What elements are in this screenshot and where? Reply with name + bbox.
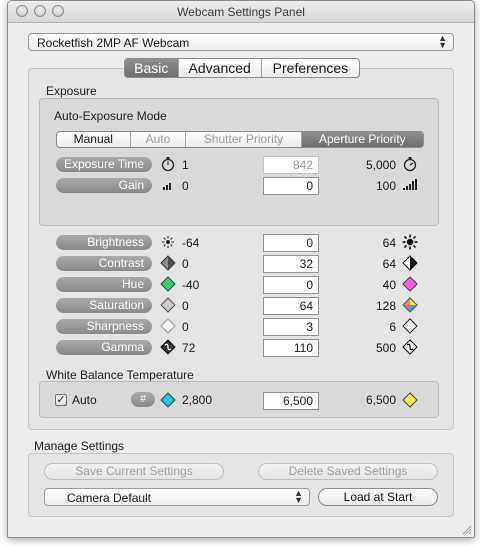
- updown-arrows-icon: ▲ ▼: [294, 488, 303, 505]
- brightness-label: Brightness: [56, 235, 152, 250]
- hue-min: -40: [182, 278, 200, 292]
- green-diamond-icon: [160, 276, 176, 292]
- contrast-field[interactable]: 32: [263, 255, 319, 273]
- gamma-max: 500: [375, 341, 396, 355]
- exposure-time-min: 1: [182, 158, 189, 172]
- magenta-diamond-icon: [402, 276, 418, 292]
- exposure-time-max: 5,000: [365, 158, 396, 172]
- brightness-field[interactable]: 0: [263, 234, 319, 252]
- stopwatch-icon: [161, 157, 175, 172]
- brightness-max: 64: [382, 236, 396, 250]
- saturation-field[interactable]: 64: [263, 297, 319, 315]
- yellow-diamond-icon: [402, 392, 418, 408]
- gray-diamond-icon: [160, 297, 176, 313]
- mode-shutter-priority[interactable]: Shutter Priority: [186, 132, 302, 147]
- tab-advanced[interactable]: Advanced: [179, 59, 262, 77]
- gain-max: 100: [375, 179, 396, 193]
- signal-high-icon: [403, 179, 417, 190]
- color-diamond-icon: [402, 297, 418, 313]
- auto-white-balance-checkbox[interactable]: ✓: [55, 394, 67, 406]
- settings-window: Webcam Settings Panel Rocketfish 2MP AF …: [7, 0, 475, 538]
- gain-field[interactable]: 0: [263, 177, 319, 195]
- gamma-label: Gamma: [56, 340, 152, 355]
- sun-large-icon: [402, 234, 418, 250]
- sharpness-min: 0: [182, 320, 189, 334]
- save-settings-button[interactable]: Save Current Settings: [44, 463, 224, 480]
- mode-auto[interactable]: Auto: [131, 132, 187, 147]
- checkmark-icon: ✓: [56, 394, 66, 406]
- window-title: Webcam Settings Panel: [177, 5, 305, 19]
- tab-preferences[interactable]: Preferences: [262, 59, 359, 77]
- exposure-section-label: Exposure: [46, 84, 97, 98]
- white-balance-max: 6,500: [365, 393, 396, 407]
- white-balance-field[interactable]: 6,500: [263, 392, 319, 410]
- cyan-diamond-icon: [160, 392, 176, 408]
- white-balance-min: 2,800: [182, 393, 213, 407]
- exposure-time-label: Exposure Time: [56, 157, 152, 172]
- gain-min: 0: [182, 179, 189, 193]
- saturation-label: Saturation: [56, 298, 152, 313]
- gamma-field[interactable]: 110: [263, 339, 319, 357]
- sharpness-max: 6: [389, 320, 396, 334]
- exposure-mode-segmented-control: Manual Auto Shutter Priority Aperture Pr…: [56, 131, 424, 148]
- sharp-diamond-icon: [402, 318, 418, 334]
- sharpness-label: Sharpness: [56, 319, 152, 334]
- hue-max: 40: [382, 278, 396, 292]
- gamma-min: 72: [182, 341, 196, 355]
- camera-select-value: Rocketfish 2MP AF Webcam: [37, 36, 190, 50]
- contrast-min: 0: [182, 257, 189, 271]
- gamma-low-icon: [160, 339, 176, 355]
- contrast-low-icon: [160, 255, 176, 271]
- soft-diamond-icon: [160, 318, 176, 334]
- mode-aperture-priority[interactable]: Aperture Priority: [301, 132, 423, 147]
- auto-exposure-mode-label: Auto-Exposure Mode: [54, 109, 167, 123]
- manage-settings-label: Manage Settings: [34, 439, 125, 453]
- mode-manual[interactable]: Manual: [57, 132, 131, 147]
- stopwatch-icon: [403, 157, 417, 172]
- sharpness-field[interactable]: 3: [263, 318, 319, 336]
- saturation-min: 0: [182, 299, 189, 313]
- signal-low-icon: [163, 183, 171, 190]
- exposure-time-field[interactable]: 842: [263, 156, 319, 174]
- brightness-min: -64: [182, 236, 200, 250]
- resize-grip-icon[interactable]: [462, 525, 472, 535]
- tab-basic[interactable]: Basic: [125, 59, 179, 77]
- hue-field[interactable]: 0: [263, 276, 319, 294]
- updown-arrows-icon: ▲ ▼: [438, 33, 447, 50]
- white-balance-section-label: White Balance Temperature: [46, 368, 194, 382]
- contrast-high-icon: [402, 255, 418, 271]
- white-balance-hash-button[interactable]: #: [131, 392, 155, 407]
- load-at-start-button[interactable]: Load at Start: [318, 488, 438, 506]
- contrast-label: Contrast: [56, 256, 152, 271]
- hue-label: Hue: [56, 277, 152, 292]
- gamma-high-icon: [402, 339, 418, 355]
- preset-select-value: Camera Default: [67, 491, 152, 505]
- delete-settings-button[interactable]: Delete Saved Settings: [258, 463, 438, 480]
- gain-label: Gain: [56, 178, 152, 193]
- title-bar: Webcam Settings Panel: [8, 1, 474, 23]
- saturation-max: 128: [375, 299, 396, 313]
- camera-select[interactable]: Rocketfish 2MP AF Webcam ▲ ▼: [28, 33, 454, 51]
- sun-small-icon: [162, 236, 174, 248]
- tab-bar: Basic Advanced Preferences: [124, 58, 360, 78]
- preset-select[interactable]: Camera Default ▲ ▼: [44, 488, 310, 506]
- contrast-max: 64: [382, 257, 396, 271]
- auto-white-balance-label: Auto: [72, 393, 97, 407]
